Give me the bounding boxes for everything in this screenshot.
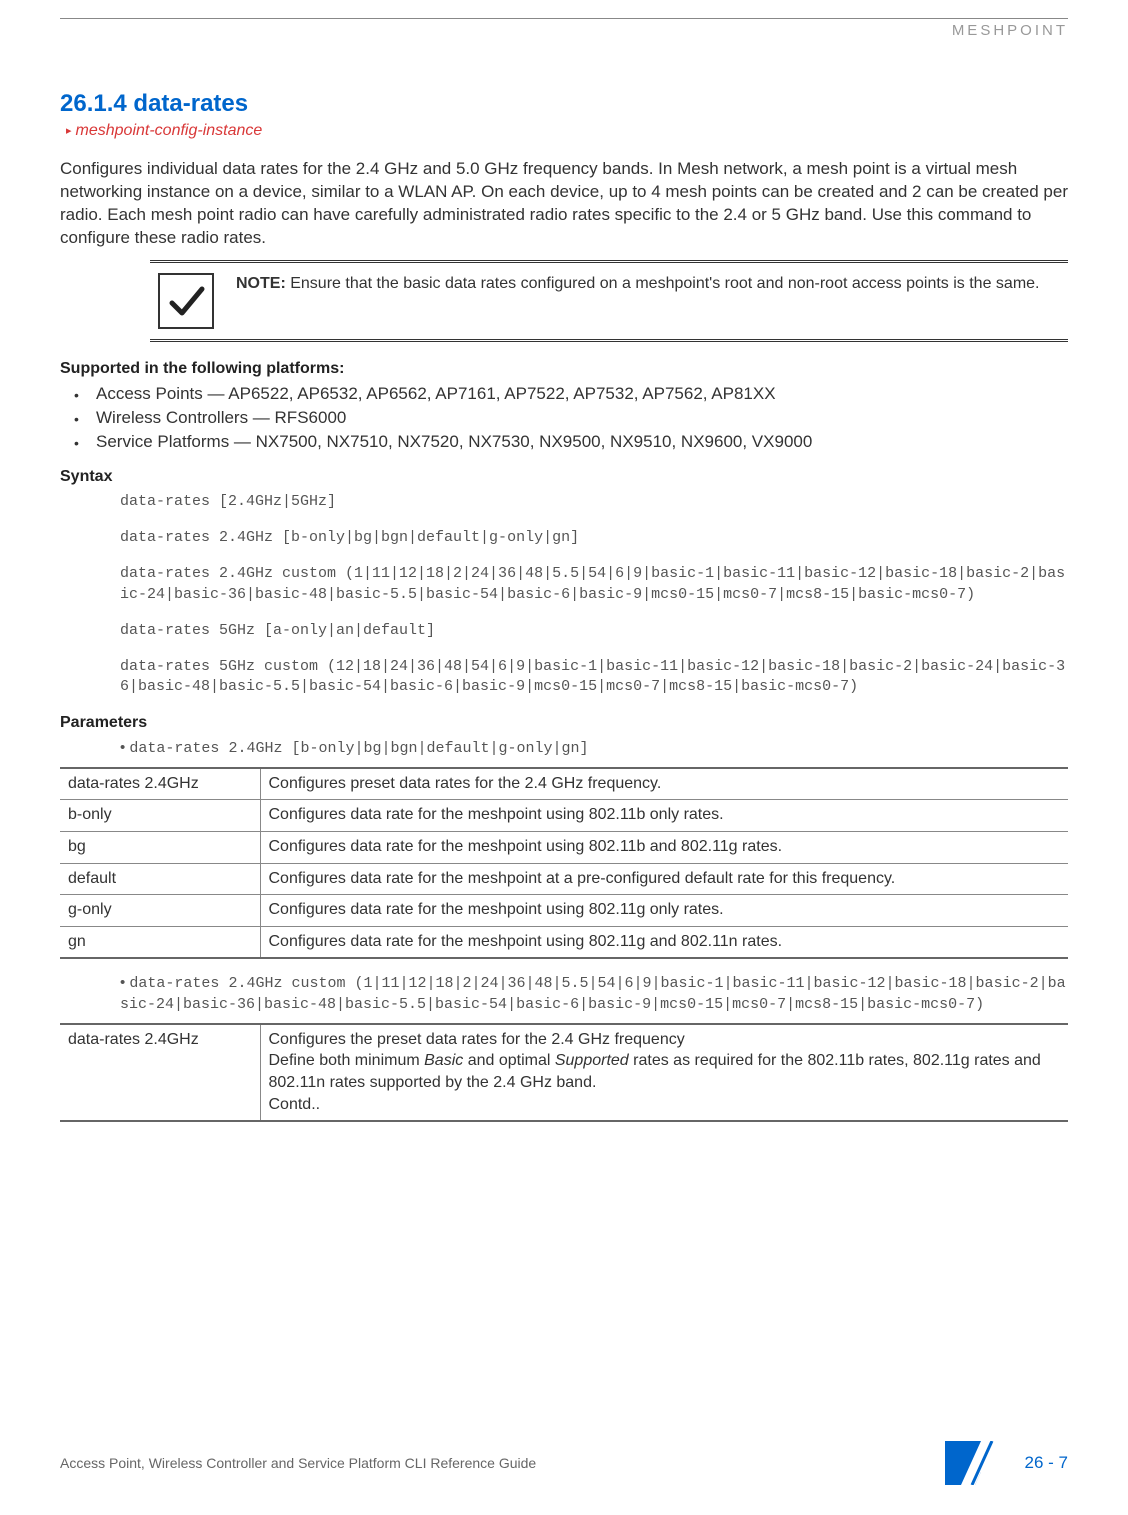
table-row: b-onlyConfigures data rate for the meshp… (60, 800, 1068, 832)
page-badge: 26 - 7 (945, 1441, 1068, 1485)
list-item: Wireless Controllers — RFS6000 (96, 408, 1068, 428)
param-key: g-only (60, 895, 260, 927)
note-box: NOTE: Ensure that the basic data rates c… (150, 260, 1068, 342)
section-title: 26.1.4 data-rates (60, 90, 1068, 118)
section-number: 26.1.4 (60, 90, 127, 117)
text: Define both minimum (269, 1052, 425, 1069)
param-bullet: data-rates 2.4GHz custom (1|11|12|18|2|2… (120, 973, 1068, 1015)
section-name: data-rates (133, 90, 248, 117)
syntax-block: data-rates 2.4GHz custom (1|11|12|18|2|2… (120, 564, 1068, 605)
param-desc: Configures preset data rates for the 2.4… (260, 768, 1068, 800)
table-row: g-onlyConfigures data rate for the meshp… (60, 895, 1068, 927)
text: and optimal (463, 1052, 555, 1069)
parameters-heading: Parameters (60, 714, 1068, 732)
note-label: NOTE: (236, 275, 286, 292)
params-table-1: data-rates 2.4GHzConfigures preset data … (60, 767, 1068, 960)
param-bullet: data-rates 2.4GHz [b-only|bg|bgn|default… (120, 738, 1068, 759)
main-content: 26.1.4 data-rates meshpoint-config-insta… (60, 90, 1068, 1122)
syntax-block: data-rates 5GHz custom (12|18|24|36|48|5… (120, 657, 1068, 698)
syntax-heading: Syntax (60, 468, 1068, 486)
param-key: default (60, 863, 260, 895)
table-row: defaultConfigures data rate for the mesh… (60, 863, 1068, 895)
breadcrumb: meshpoint-config-instance (66, 122, 1068, 140)
platforms-heading: Supported in the following platforms: (60, 360, 1068, 378)
note-text: NOTE: Ensure that the basic data rates c… (236, 273, 1040, 295)
page-number: 26 - 7 (1025, 1453, 1068, 1473)
syntax-block: data-rates 2.4GHz [b-only|bg|bgn|default… (120, 528, 1068, 548)
checkmark-icon (158, 273, 214, 329)
param-desc: Configures data rate for the meshpoint a… (260, 863, 1068, 895)
param-desc: Configures data rate for the meshpoint u… (260, 831, 1068, 863)
table-row: data-rates 2.4GHzConfigures preset data … (60, 768, 1068, 800)
param-key: data-rates 2.4GHz (60, 768, 260, 800)
param-desc: Configures data rate for the meshpoint u… (260, 926, 1068, 958)
intro-paragraph: Configures individual data rates for the… (60, 158, 1068, 250)
param-desc: Configures data rate for the meshpoint u… (260, 800, 1068, 832)
platforms-list: Access Points — AP6522, AP6532, AP6562, … (96, 384, 1068, 452)
param-key: data-rates 2.4GHz (60, 1024, 260, 1121)
table-row: bgConfigures data rate for the meshpoint… (60, 831, 1068, 863)
param-key: b-only (60, 800, 260, 832)
footer-guide-title: Access Point, Wireless Controller and Se… (60, 1455, 536, 1471)
params-table-2: data-rates 2.4GHz Configures the preset … (60, 1023, 1068, 1122)
param-key: gn (60, 926, 260, 958)
param-key: bg (60, 831, 260, 863)
italic-text: Supported (555, 1052, 629, 1069)
table-row: gnConfigures data rate for the meshpoint… (60, 926, 1068, 958)
table-row: data-rates 2.4GHz Configures the preset … (60, 1024, 1068, 1121)
desc-line: Contd.. (269, 1094, 1061, 1116)
desc-line: Configures the preset data rates for the… (269, 1029, 1061, 1051)
footer: Access Point, Wireless Controller and Se… (60, 1441, 1068, 1485)
syntax-block: data-rates 5GHz [a-only|an|default] (120, 621, 1068, 641)
param-desc: Configures data rate for the meshpoint u… (260, 895, 1068, 927)
header-brand: MESHPOINT (952, 22, 1068, 39)
param-desc: Configures the preset data rates for the… (260, 1024, 1068, 1121)
syntax-block: data-rates [2.4GHz|5GHz] (120, 492, 1068, 512)
list-item: Access Points — AP6522, AP6532, AP6562, … (96, 384, 1068, 404)
page-slash-icon (945, 1441, 1015, 1485)
note-body: Ensure that the basic data rates configu… (286, 275, 1040, 292)
list-item: Service Platforms — NX7500, NX7510, NX75… (96, 432, 1068, 452)
italic-text: Basic (424, 1052, 463, 1069)
top-rule (60, 18, 1068, 19)
desc-line: Define both minimum Basic and optimal Su… (269, 1050, 1061, 1093)
